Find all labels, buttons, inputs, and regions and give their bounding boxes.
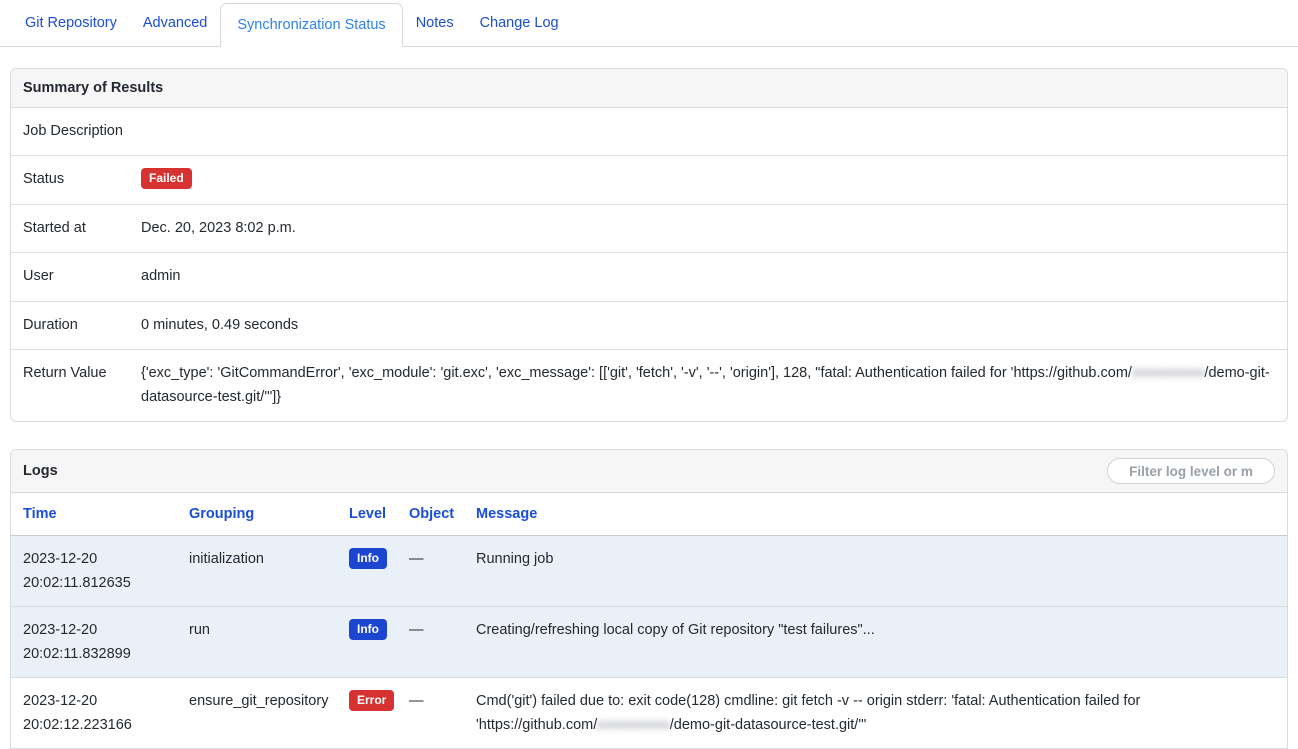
log-object-cell: — xyxy=(409,607,476,678)
log-timestamp: 20:02:12.223166 xyxy=(23,713,177,737)
started-at-label: Started at xyxy=(23,217,129,240)
redacted-text: xxxxxxxxxx xyxy=(597,717,670,733)
log-table-header-row: Time Grouping Level Object Message xyxy=(11,493,1287,536)
summary-row-status: Status Failed xyxy=(11,156,1287,204)
column-header-level[interactable]: Level xyxy=(349,493,409,536)
status-label: Status xyxy=(23,168,129,191)
log-level-cell: Info xyxy=(349,607,409,678)
duration-value: 0 minutes, 0.49 seconds xyxy=(141,314,1275,337)
log-level-badge: Error xyxy=(349,690,394,711)
column-header-message[interactable]: Message xyxy=(476,493,1287,536)
log-row: 2023-12-20 20:02:11.832899 run Info — Cr… xyxy=(11,607,1287,678)
tab-notes[interactable]: Notes xyxy=(403,0,467,46)
column-header-grouping[interactable]: Grouping xyxy=(189,493,349,536)
summary-row-job-description: Job Description xyxy=(11,108,1287,156)
logs-card: Logs Time Grouping Level Object Message … xyxy=(10,449,1288,749)
log-level-badge: Info xyxy=(349,619,387,640)
column-header-object[interactable]: Object xyxy=(409,493,476,536)
log-message-cell: Cmd('git') failed due to: exit code(128)… xyxy=(476,678,1287,749)
tab-git-repository[interactable]: Git Repository xyxy=(12,0,130,46)
log-grouping-cell: run xyxy=(189,607,349,678)
log-grouping-cell: ensure_git_repository xyxy=(189,678,349,749)
log-level-cell: Info xyxy=(349,536,409,607)
started-at-value: Dec. 20, 2023 8:02 p.m. xyxy=(141,217,1275,240)
logs-card-header: Logs xyxy=(11,450,1287,493)
log-time-cell: 2023-12-20 20:02:12.223166 xyxy=(11,678,189,749)
tab-advanced[interactable]: Advanced xyxy=(130,0,221,46)
summary-row-started-at: Started at Dec. 20, 2023 8:02 p.m. xyxy=(11,205,1287,253)
log-message-cell: Creating/refreshing local copy of Git re… xyxy=(476,607,1287,678)
log-filter-input[interactable] xyxy=(1107,458,1275,484)
return-value-prefix: {'exc_type': 'GitCommandError', 'exc_mod… xyxy=(141,365,1132,381)
summary-card: Summary of Results Job Description Statu… xyxy=(10,68,1288,422)
status-badge: Failed xyxy=(141,168,192,189)
log-message-suffix: /demo-git-datasource-test.git/'" xyxy=(670,717,867,733)
duration-label: Duration xyxy=(23,314,129,337)
log-table: Time Grouping Level Object Message 2023-… xyxy=(11,493,1287,749)
log-row: 2023-12-20 20:02:11.812635 initializatio… xyxy=(11,536,1287,607)
log-date: 2023-12-20 xyxy=(23,689,177,713)
summary-row-user: User admin xyxy=(11,253,1287,301)
log-level-badge: Info xyxy=(349,548,387,569)
log-level-cell: Error xyxy=(349,678,409,749)
summary-title: Summary of Results xyxy=(11,69,1287,108)
logs-title: Logs xyxy=(23,463,58,479)
log-time-cell: 2023-12-20 20:02:11.812635 xyxy=(11,536,189,607)
log-object-cell: — xyxy=(409,678,476,749)
summary-row-duration: Duration 0 minutes, 0.49 seconds xyxy=(11,302,1287,350)
tab-change-log[interactable]: Change Log xyxy=(467,0,572,46)
job-description-value xyxy=(141,120,1275,143)
log-date: 2023-12-20 xyxy=(23,618,177,642)
log-timestamp: 20:02:11.832899 xyxy=(23,642,177,666)
log-object-cell: — xyxy=(409,536,476,607)
user-label: User xyxy=(23,265,129,288)
redacted-text: xxxxxxxxxx xyxy=(1132,365,1205,381)
log-row: 2023-12-20 20:02:12.223166 ensure_git_re… xyxy=(11,678,1287,749)
return-value-label: Return Value xyxy=(23,362,129,409)
status-value: Failed xyxy=(141,168,1275,191)
summary-row-return-value: Return Value {'exc_type': 'GitCommandErr… xyxy=(11,350,1287,421)
column-header-time[interactable]: Time xyxy=(11,493,189,536)
tab-synchronization-status[interactable]: Synchronization Status xyxy=(220,3,402,47)
log-grouping-cell: initialization xyxy=(189,536,349,607)
log-message-cell: Running job xyxy=(476,536,1287,607)
log-timestamp: 20:02:11.812635 xyxy=(23,571,177,595)
return-value-text: {'exc_type': 'GitCommandError', 'exc_mod… xyxy=(141,362,1275,409)
job-description-label: Job Description xyxy=(23,120,129,143)
log-date: 2023-12-20 xyxy=(23,547,177,571)
user-value: admin xyxy=(141,265,1275,288)
tab-bar: Git Repository Advanced Synchronization … xyxy=(0,0,1298,47)
log-time-cell: 2023-12-20 20:02:11.832899 xyxy=(11,607,189,678)
